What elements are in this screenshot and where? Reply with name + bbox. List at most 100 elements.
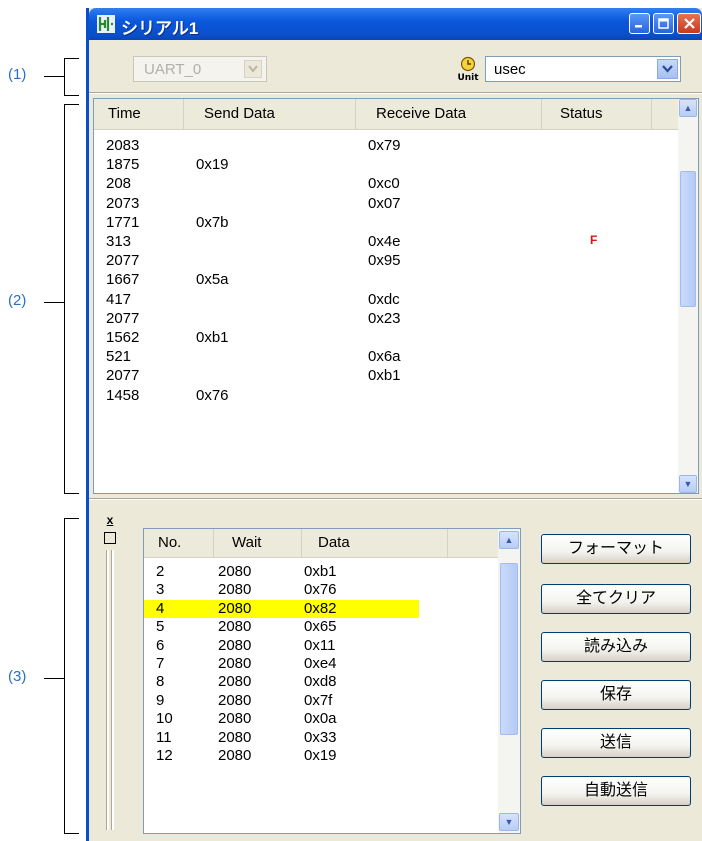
column-receive-data[interactable]: Receive Data — [356, 99, 542, 129]
log-header: Time Send Data Receive Data Status — [94, 99, 680, 130]
send-list-data: 0x76 — [304, 581, 337, 599]
minimize-icon — [635, 25, 642, 28]
log-time: 2073 — [106, 194, 140, 212]
send-list-row[interactable]: 7 2080 0xe4 — [144, 655, 499, 673]
send-button[interactable]: 送信 — [541, 728, 691, 758]
send-list-row[interactable]: 6 2080 0x11 — [144, 637, 499, 655]
log-row[interactable]: 1875 0x19 — [94, 156, 680, 176]
callout-2: (2) — [8, 292, 27, 309]
chevron-down-icon[interactable] — [657, 59, 678, 79]
log-receive-data: 0x79 — [368, 137, 401, 154]
log-time: 2077 — [106, 309, 140, 327]
window-title: シリアル1 — [121, 19, 199, 38]
column-wait[interactable]: Wait — [214, 529, 302, 557]
log-row[interactable]: 1771 0x7b — [94, 214, 680, 234]
close-panel-icon[interactable]: x — [103, 514, 117, 528]
svg-text:Unit: Unit — [457, 73, 479, 82]
send-list-no: 8 — [156, 673, 165, 691]
send-list-row[interactable]: 9 2080 0x7f — [144, 692, 499, 710]
clock-unit-icon[interactable]: Unit — [455, 56, 481, 82]
column-send-data[interactable]: Send Data — [184, 99, 356, 129]
log-receive-data: 0x4e — [368, 233, 401, 250]
time-unit-select[interactable]: usec — [485, 56, 681, 82]
log-row[interactable]: 313 0x4e F — [94, 233, 680, 253]
send-list-row[interactable]: 3 2080 0x76 — [144, 581, 499, 599]
send-list-row[interactable]: 5 2080 0x65 — [144, 618, 499, 636]
log-time: 2077 — [106, 367, 140, 385]
send-list-no: 2 — [156, 563, 165, 580]
maximize-button[interactable] — [653, 13, 674, 34]
restore-panel-icon[interactable] — [104, 532, 116, 544]
scroll-up-icon[interactable]: ▲ — [679, 99, 697, 117]
log-row[interactable]: 2077 0x95 — [94, 252, 680, 272]
send-data-list[interactable]: No. Wait Data 2 2080 0xb1 3 2080 0x76 4 2080 0x8… — [143, 528, 521, 834]
send-list-wait: 2080 — [218, 747, 252, 764]
send-list-scrollbar[interactable]: ▲ ▼ — [498, 529, 520, 833]
drag-handle[interactable] — [111, 550, 114, 830]
log-row[interactable]: 2073 0x07 — [94, 195, 680, 215]
send-list-wait: 2080 — [218, 618, 252, 636]
load-button[interactable]: 読み込み — [541, 632, 691, 662]
send-list-data: 0xb1 — [304, 563, 337, 580]
auto-send-button[interactable]: 自動送信 — [541, 776, 691, 806]
callout-2-leader — [44, 302, 64, 303]
log-receive-data: 0x95 — [368, 252, 401, 270]
log-scrollbar[interactable]: ▲ ▼ — [678, 99, 698, 493]
clear-all-button[interactable]: 全てクリア — [541, 584, 691, 614]
column-data[interactable]: Data — [302, 529, 448, 557]
panel-grip: x — [103, 514, 117, 830]
serial-log-list[interactable]: Time Send Data Receive Data Status 2083 0… — [93, 98, 699, 494]
log-receive-data: 0x07 — [368, 194, 401, 212]
send-list-wait: 2080 — [218, 673, 252, 691]
drag-handle[interactable] — [106, 550, 109, 830]
send-list-data: 0x7f — [304, 691, 333, 709]
scroll-up-icon[interactable]: ▲ — [499, 531, 519, 549]
log-status: F — [590, 233, 598, 247]
row-highlight — [144, 599, 419, 618]
log-time: 208 — [106, 175, 132, 193]
send-list-no: 5 — [156, 618, 165, 636]
log-row[interactable]: 2077 0xb1 — [94, 367, 680, 387]
close-icon — [683, 18, 695, 29]
format-button[interactable]: フォーマット — [541, 534, 691, 564]
log-time: 1458 — [106, 386, 140, 404]
send-list-row[interactable]: 2 2080 0xb1 — [144, 563, 499, 581]
log-row[interactable]: 521 0x6a — [94, 348, 680, 368]
send-list-wait: 2080 — [218, 655, 252, 672]
log-time: 1875 — [106, 156, 140, 174]
send-list-row[interactable]: 12 2080 0x19 — [144, 747, 499, 765]
serial-window: シリアル1 UART_0 Unit usec Time Send Data Re… — [86, 8, 702, 841]
column-no[interactable]: No. — [144, 529, 214, 557]
log-row[interactable]: 1667 0x5a — [94, 271, 680, 291]
callout-1: (1) — [8, 66, 27, 83]
title-bar[interactable]: シリアル1 — [89, 8, 702, 40]
scroll-thumb[interactable] — [500, 563, 518, 735]
send-list-row[interactable]: 10 2080 0x0a — [144, 710, 499, 728]
minimize-button[interactable] — [629, 13, 650, 34]
uart-select[interactable]: UART_0 — [133, 56, 267, 82]
scroll-down-icon[interactable]: ▼ — [679, 475, 697, 493]
send-list-data: 0x33 — [304, 728, 337, 746]
log-time: 2083 — [106, 137, 140, 154]
log-row[interactable]: 1562 0xb1 — [94, 329, 680, 349]
scroll-thumb[interactable] — [680, 171, 696, 307]
send-list-row[interactable]: 4 2080 0x82 — [144, 599, 499, 618]
log-send-data: 0x7b — [196, 213, 229, 231]
save-button[interactable]: 保存 — [541, 680, 691, 710]
log-time: 1562 — [106, 329, 140, 346]
column-time[interactable]: Time — [94, 99, 184, 129]
log-row[interactable]: 2077 0x23 — [94, 310, 680, 330]
column-status[interactable]: Status — [542, 99, 652, 129]
log-row[interactable]: 417 0xdc — [94, 291, 680, 311]
send-list-no: 11 — [156, 728, 172, 746]
log-time: 1667 — [106, 271, 140, 289]
scroll-down-icon[interactable]: ▼ — [499, 813, 519, 831]
chevron-down-icon[interactable] — [244, 60, 262, 78]
time-unit-value: usec — [494, 61, 526, 78]
log-row[interactable]: 1458 0x76 — [94, 387, 680, 407]
log-row[interactable]: 208 0xc0 — [94, 175, 680, 195]
send-list-row[interactable]: 11 2080 0x33 — [144, 729, 499, 747]
send-list-row[interactable]: 8 2080 0xd8 — [144, 673, 499, 691]
close-button[interactable] — [677, 13, 701, 34]
log-row[interactable]: 2083 0x79 — [94, 137, 680, 157]
